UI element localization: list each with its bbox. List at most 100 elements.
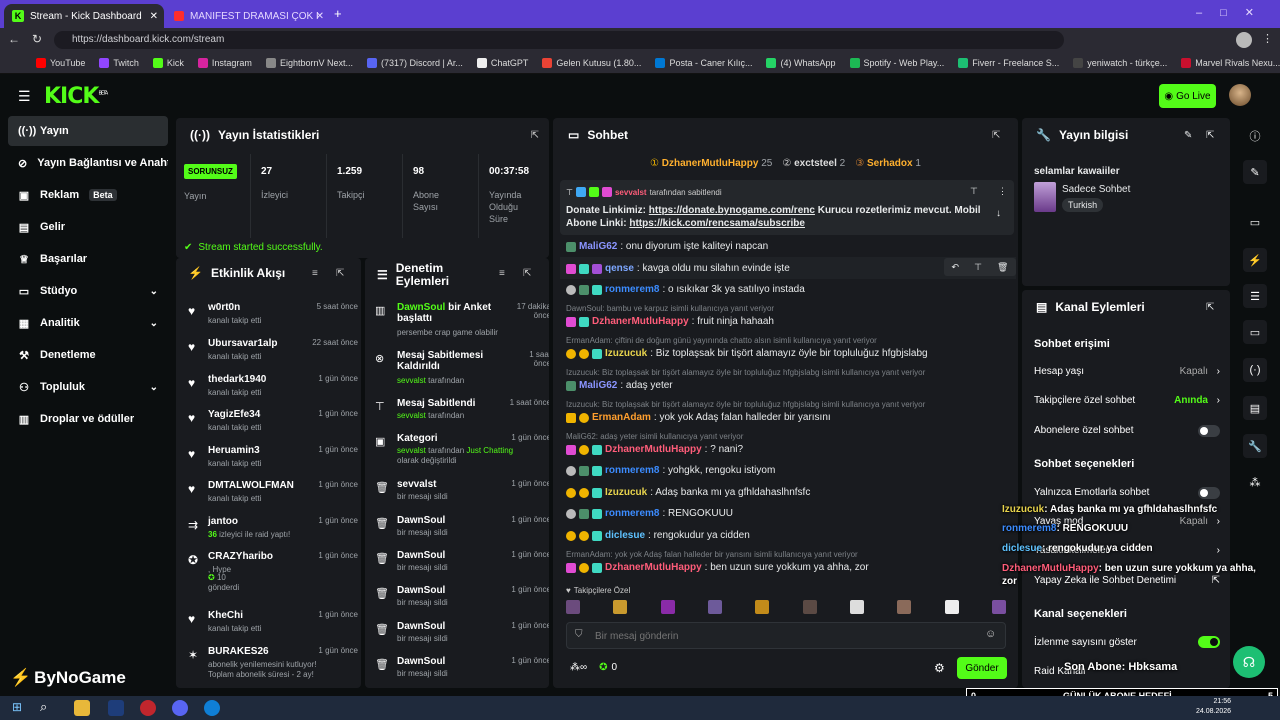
sidebar-item-denetleme[interactable]: ⚒ Denetleme <box>8 340 168 370</box>
popout-icon[interactable]: ⇱ <box>1206 302 1214 313</box>
bookmark-item[interactable]: yeniwatch - türkçe... <box>1073 57 1167 68</box>
close-tab-icon[interactable]: ✕ <box>150 11 158 22</box>
chat-icon[interactable]: ▭ <box>1243 320 1267 344</box>
send-button[interactable]: Gönder <box>957 657 1007 679</box>
sidebar-item-gelir[interactable]: ▤ Gelir <box>8 212 168 242</box>
popout-icon[interactable]: ⇱ <box>992 130 1000 141</box>
bookmark-item[interactable]: Twitch <box>99 57 139 68</box>
back-icon[interactable]: ← <box>8 32 20 46</box>
tab-video[interactable]: MANİFEST DRAMASI ÇOK FENA! ✕ <box>166 4 330 28</box>
setting-followers-only[interactable]: Takipçilere özel sohbet Anında › <box>1034 395 1224 406</box>
community-icon[interactable]: ⁂ <box>1243 470 1267 494</box>
search-icon[interactable]: ⌕ <box>40 699 47 715</box>
bookmark-item[interactable]: Instagram <box>197 57 252 68</box>
edge-browser-icon[interactable] <box>204 700 220 716</box>
url-field[interactable]: https://dashboard.kick.com/stream <box>54 31 1064 49</box>
avatar[interactable] <box>944 600 959 614</box>
avatar[interactable] <box>897 600 912 614</box>
chat-message[interactable]: diclesue: rengokudur ya cidden <box>566 530 1006 541</box>
chat-message[interactable]: ronmerem8: o ısıkıkar 3k ya satılıyo ins… <box>566 284 1006 295</box>
close-tab-icon[interactable]: ✕ <box>316 11 324 22</box>
setting-account-age[interactable]: Hesap yaşı Kapalı › <box>1034 366 1224 377</box>
delete-icon[interactable]: 🗑 <box>997 262 1008 273</box>
emote-only-toggle[interactable] <box>1198 487 1220 499</box>
discord-icon[interactable] <box>172 700 188 716</box>
chat-user[interactable]: Izuzucuk <box>605 348 647 359</box>
bookmark-item[interactable]: Fiverr - Freelance S... <box>958 57 1059 68</box>
chat-message[interactable]: MaliG62: adaş yeter <box>566 380 1006 391</box>
avatar[interactable] <box>849 600 864 614</box>
chat-message[interactable]: DzhanerMutluHappy: ? nani? <box>566 444 1006 455</box>
go-live-button[interactable]: ◉ Go Live <box>1159 84 1216 108</box>
chat-message[interactable]: ErmanAdam: yok yok Adaş falan halleder b… <box>566 412 1006 423</box>
subscribers-only-toggle[interactable] <box>1198 425 1220 437</box>
tab-stream-dashboard[interactable]: K Stream - Kick Dashboard ✕ <box>4 4 164 28</box>
avatar[interactable] <box>1229 84 1251 106</box>
sidebar-item-basarilar[interactable]: ♕ Başarılar <box>8 244 168 274</box>
popout-icon[interactable]: ⇱ <box>523 268 531 279</box>
window-controls[interactable]: –□✕ <box>1196 6 1272 19</box>
chat-user[interactable]: Izuzucuk <box>605 487 647 498</box>
chat-message[interactable]: ronmerem8: yohgkk, rengoku istiyom <box>566 465 1006 476</box>
chat-user[interactable]: MaliG62 <box>579 241 617 252</box>
list-icon[interactable]: ☰ <box>1243 284 1267 308</box>
avatar[interactable] <box>707 600 722 614</box>
avatar[interactable] <box>802 600 817 614</box>
avatar[interactable] <box>991 600 1006 614</box>
chat-user[interactable]: ronmerem8 <box>605 465 659 476</box>
bookmark-item[interactable]: YouTube <box>36 57 85 68</box>
bookmark-item[interactable]: EightbornV Next... <box>265 57 353 68</box>
more-icon[interactable]: ⋮ <box>998 186 1007 197</box>
infinity-icon[interactable]: ⁂∞ <box>570 662 587 673</box>
hamburger-menu-icon[interactable]: ☰ <box>18 88 31 105</box>
sidebar-item-studyo[interactable]: ▭ Stüdyo ⌄ <box>8 276 168 306</box>
chat-message[interactable]: Izuzucuk: Biz toplaşsak bir tişört alama… <box>566 348 1006 359</box>
pin-icon[interactable]: ⊤ <box>974 262 982 273</box>
sidebar-item-droplar[interactable]: ▥ Droplar ve ödüller <box>8 404 168 434</box>
bookmark-item[interactable]: Posta - Caner Kılıç... <box>655 57 752 68</box>
chat-user[interactable]: DzhanerMutluHappy <box>605 444 702 455</box>
chat-user[interactable]: DzhanerMutluHappy <box>592 316 689 327</box>
avatar[interactable] <box>660 600 675 614</box>
chat-message[interactable]: Izuzucuk: Adaş banka mı ya gfhldahaslhnf… <box>566 487 1006 498</box>
windows-start-icon[interactable]: ⊞ <box>12 700 22 714</box>
wrench-icon[interactable]: 🔧 <box>1243 434 1267 458</box>
obs-icon[interactable] <box>140 700 156 716</box>
bookmark-item[interactable]: (7317) Discord | Ar... <box>366 57 463 68</box>
file-explorer-icon[interactable] <box>74 700 90 716</box>
filter-icon[interactable]: ≡ <box>499 268 505 279</box>
kick-logo[interactable]: KICKBETA <box>44 84 108 109</box>
chat-user[interactable]: ronmerem8 <box>605 508 659 519</box>
avatar[interactable] <box>566 600 580 614</box>
info-icon[interactable]: ⓘ <box>1243 124 1267 148</box>
popout-icon[interactable]: ⇱ <box>531 130 539 141</box>
new-tab-icon[interactable]: + <box>334 6 342 21</box>
avatar[interactable] <box>613 600 628 614</box>
bookmark-item[interactable]: Spotify - Web Play... <box>849 57 944 68</box>
system-clock[interactable]: 21:56 24.08.2026 <box>1196 697 1231 717</box>
bookmark-item[interactable]: ChatGPT <box>476 57 528 68</box>
sidebar-item-stream-key[interactable]: ⊘ Yayın Bağlantısı ve Anahtarı <box>8 148 168 178</box>
menu-icon[interactable]: ⋮ <box>1262 32 1273 45</box>
unpin-icon[interactable]: ⊤ <box>970 186 978 197</box>
chat-user[interactable]: ErmanAdam <box>592 412 651 423</box>
chat-message[interactable]: qense: kavga oldu mu silahın evinde işte <box>566 263 936 274</box>
show-viewcount-toggle[interactable] <box>1198 636 1220 648</box>
chat-user[interactable]: MaliG62 <box>579 380 617 391</box>
sidebar-item-analitik[interactable]: ▦ Analitik ⌄ <box>8 308 168 338</box>
filter-icon[interactable]: ≡ <box>312 268 318 279</box>
avatar[interactable] <box>755 600 770 614</box>
broadcast-icon[interactable]: (·) <box>1243 358 1267 382</box>
profile-icon[interactable] <box>1236 32 1252 48</box>
layout-icon[interactable]: ▭ <box>1243 210 1267 234</box>
subscribe-link[interactable]: https://kick.com/rencsama/subscribe <box>629 218 805 229</box>
gear-icon[interactable]: ⚙ <box>934 661 945 675</box>
chat-user[interactable]: DzhanerMutluHappy <box>605 562 702 573</box>
lightning-icon[interactable]: ⚡ <box>1243 248 1267 272</box>
chat-message[interactable]: DzhanerMutluHappy: ben uzun sure yokkum … <box>566 562 1006 573</box>
chat-message[interactable]: MaliG62: onu diyorum işte kaliteyi napca… <box>566 241 1006 252</box>
bookmark-item[interactable]: Gelen Kutusu (1.80... <box>542 57 641 68</box>
reload-icon[interactable]: ↻ <box>32 32 42 46</box>
expand-arrow-icon[interactable]: ↓ <box>996 208 1001 219</box>
bookmark-item[interactable]: Marvel Rivals Nexu... <box>1181 57 1280 68</box>
